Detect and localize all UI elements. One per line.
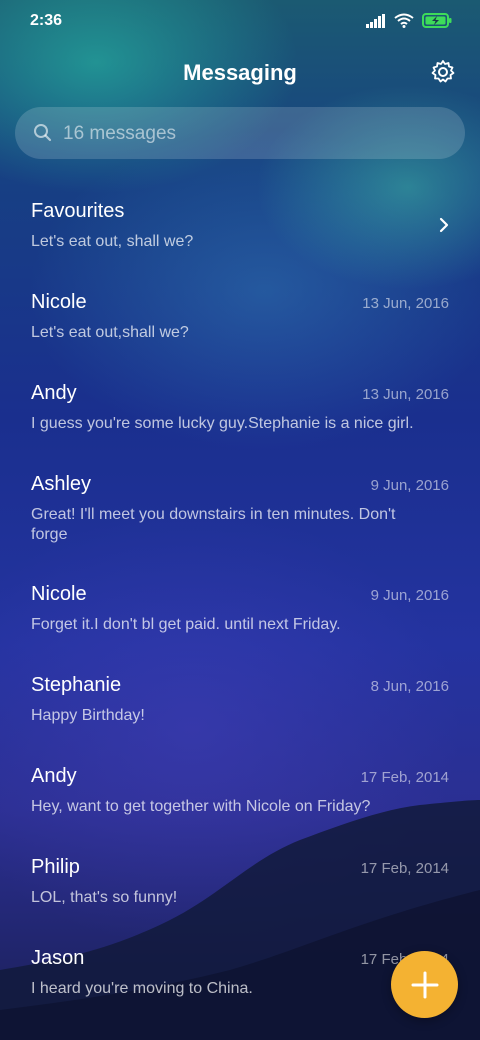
header: Messaging <box>0 50 480 94</box>
conversation-date: 9 Jun, 2016 <box>370 477 449 494</box>
page-title: Messaging <box>183 60 297 85</box>
conversation-date: 9 Jun, 2016 <box>370 587 449 604</box>
conversation-list: Favourites Let's eat out, shall we? Nico… <box>0 180 480 1018</box>
search-icon <box>34 124 52 142</box>
conversation-preview: Forget it.I don't bl get paid. until nex… <box>31 616 341 633</box>
conversation-preview: I heard you're moving to China. <box>31 980 253 997</box>
conversation-item[interactable]: Andy 13 Jun, 2016 I guess you're some lu… <box>0 362 480 453</box>
conversation-name: Nicole <box>31 291 87 313</box>
conversation-name: Jason <box>31 947 85 969</box>
compose-button[interactable] <box>391 951 458 1018</box>
search-bar[interactable] <box>15 107 465 161</box>
conversation-date: 17 Feb, 2014 <box>360 860 449 877</box>
conversation-preview: Let's eat out,shall we? <box>31 324 189 341</box>
conversation-item[interactable]: Nicole 13 Jun, 2016 Let's eat out,shall … <box>0 271 480 362</box>
conversation-item[interactable]: Nicole 9 Jun, 2016 Forget it.I don't bl … <box>0 563 480 654</box>
conversation-item[interactable]: Philip 17 Feb, 2014 LOL, that's so funny… <box>0 836 480 927</box>
search-input[interactable] <box>61 107 445 161</box>
conversation-preview: Let's eat out, shall we? <box>31 233 194 250</box>
conversation-date: 13 Jun, 2016 <box>362 386 449 403</box>
favourites-item[interactable]: Favourites Let's eat out, shall we? <box>0 180 480 271</box>
conversation-preview: Happy Birthday! <box>31 707 145 724</box>
conversation-preview: Great! I'll meet you downstairs in ten m… <box>31 506 396 543</box>
signal-icon <box>366 13 385 28</box>
conversation-date: 8 Jun, 2016 <box>370 678 449 695</box>
status-bar: 2:36 <box>0 0 480 44</box>
conversation-preview: I guess you're some lucky guy.Stephanie … <box>31 415 414 432</box>
conversation-item[interactable]: Andy 17 Feb, 2014 Hey, want to get toget… <box>0 745 480 836</box>
wifi-icon <box>394 13 414 28</box>
conversation-date: 17 Feb, 2014 <box>360 769 449 786</box>
conversation-name: Ashley <box>31 473 92 495</box>
battery-charging-icon <box>422 13 452 28</box>
conversation-preview: Hey, want to get together with Nicole on… <box>31 798 371 815</box>
conversation-item[interactable]: Stephanie 8 Jun, 2016 Happy Birthday! <box>0 654 480 745</box>
plus-icon <box>411 971 438 998</box>
conversation-name: Philip <box>31 856 80 878</box>
conversation-name: Andy <box>31 382 77 404</box>
conversation-name: Andy <box>31 765 77 787</box>
conversation-name: Stephanie <box>31 674 122 696</box>
chevron-right-icon <box>439 217 449 233</box>
conversation-preview: LOL, that's so funny! <box>31 889 178 906</box>
conversation-item[interactable]: Ashley 9 Jun, 2016 Great! I'll meet you … <box>0 453 480 563</box>
conversation-name: Nicole <box>31 583 87 605</box>
conversation-name: Favourites <box>31 200 125 222</box>
status-time: 2:36 <box>30 12 63 29</box>
conversation-date: 13 Jun, 2016 <box>362 295 449 312</box>
gear-icon[interactable] <box>430 59 456 85</box>
